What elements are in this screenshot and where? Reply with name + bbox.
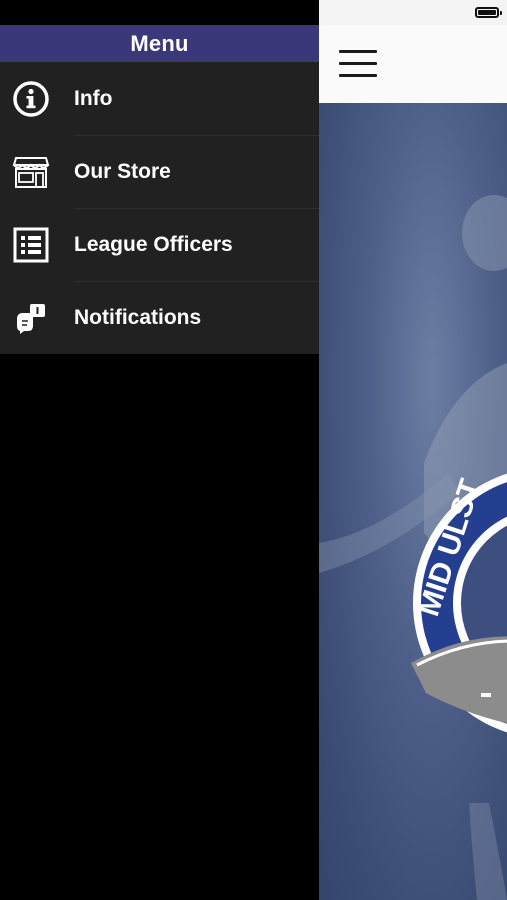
- store-icon: [11, 152, 51, 192]
- player-leg: [469, 803, 507, 900]
- menu-item-notifications[interactable]: Notifications: [0, 281, 319, 354]
- menu-label-league-officers: League Officers: [74, 232, 233, 256]
- hero-image: MID ULST: [319, 103, 507, 900]
- notification-icon: [11, 298, 51, 338]
- info-icon: [11, 79, 51, 119]
- menu-item-info[interactable]: Info: [0, 62, 319, 135]
- status-bar: [319, 0, 507, 25]
- main-screen[interactable]: MID ULST: [319, 0, 507, 900]
- status-bar-left: [0, 0, 319, 25]
- menu-label-notifications: Notifications: [74, 305, 202, 329]
- menu-list: Info Our Store League Officers Notificat…: [0, 62, 319, 354]
- menu-label-info: Info: [74, 86, 113, 110]
- menu-item-our-store[interactable]: Our Store: [0, 135, 319, 208]
- menu-label-our-store: Our Store: [74, 159, 171, 183]
- battery-icon: [475, 7, 502, 18]
- navigation-drawer: Menu Info Our Store League Officers Noti…: [0, 0, 319, 900]
- list-icon: [11, 225, 51, 265]
- hero-illustration: MID ULST: [319, 195, 507, 900]
- menu-item-league-officers[interactable]: League Officers: [0, 208, 319, 281]
- top-navbar: [319, 25, 507, 103]
- player-head: [462, 195, 507, 271]
- drawer-header: Menu: [0, 25, 319, 62]
- hamburger-icon[interactable]: [339, 50, 377, 78]
- drawer-title: Menu: [130, 30, 189, 56]
